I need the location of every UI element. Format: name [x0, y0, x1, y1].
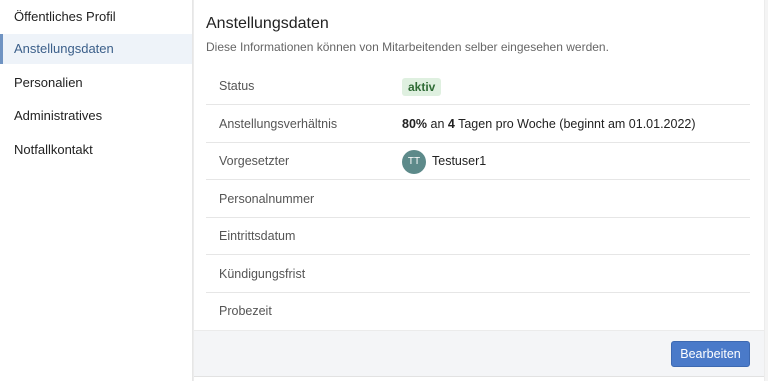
probation-row: Probezeit	[206, 293, 750, 330]
status-row: Status aktiv	[206, 68, 750, 105]
supervisor-value: TT Testuser1	[402, 143, 486, 180]
form-footer: Bearbeiten	[194, 330, 764, 377]
status-label: Status	[219, 79, 255, 93]
sidebar-item-public-profile[interactable]: Öffentliches Profil	[0, 2, 192, 32]
employment-row: Anstellungsverhältnis 80% an 4 Tagen pro…	[206, 106, 750, 143]
supervisor-label: Vorgesetzter	[219, 154, 290, 168]
employment-value: 80% an 4 Tagen pro Woche (beginnt am 01.…	[402, 106, 696, 143]
employment-text-1: an	[427, 117, 448, 131]
sidebar-item-administrative[interactable]: Administratives	[0, 101, 192, 131]
avatar: TT	[402, 149, 426, 174]
sidebar-item-employment-data[interactable]: Anstellungsdaten	[0, 34, 192, 64]
employment-days: 4	[447, 117, 455, 131]
sidebar-item-personal-details[interactable]: Personalien	[0, 68, 192, 98]
supervisor-row: Vorgesetzter TT Testuser1	[206, 143, 750, 180]
employment-label: Anstellungsverhältnis	[219, 117, 338, 131]
employment-data-panel: Anstellungsdaten Diese Informationen kön…	[193, 0, 765, 381]
edit-button[interactable]: Bearbeiten	[671, 341, 750, 367]
notice-period-row: Kündigungsfrist	[206, 256, 750, 293]
probation-label: Probezeit	[219, 304, 272, 318]
sidebar-item-emergency-contact[interactable]: Notfallkontakt	[0, 135, 192, 165]
app-window: Öffentliches Profil Anstellungsdaten Per…	[0, 0, 768, 381]
page-subtitle: Diese Informationen können von Mitarbeit…	[206, 40, 609, 54]
entry-date-label: Eintrittsdatum	[219, 229, 296, 243]
status-badge: aktiv	[402, 77, 442, 96]
personnel-number-row: Personalnummer	[206, 181, 750, 218]
supervisor-name: Testuser1	[432, 154, 487, 169]
entry-date-row: Eintrittsdatum	[206, 218, 750, 255]
page-title: Anstellungsdaten	[206, 15, 329, 32]
employment-text-2: Tagen pro Woche (beginnt am 01.01.2022)	[454, 117, 696, 131]
personnel-number-label: Personalnummer	[219, 192, 315, 206]
notice-period-label: Kündigungsfrist	[219, 267, 306, 281]
employment-percent: 80%	[402, 117, 428, 131]
sidebar-nav: Öffentliches Profil Anstellungsdaten Per…	[0, 0, 193, 381]
status-value: aktiv	[402, 68, 442, 105]
